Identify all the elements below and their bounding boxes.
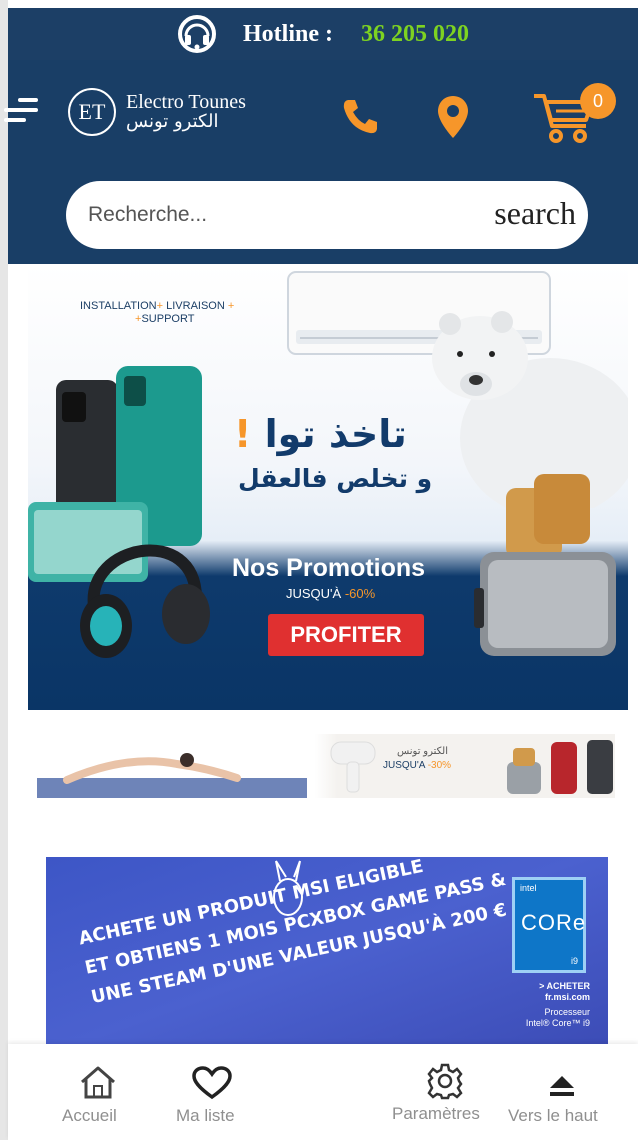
hotline-number[interactable]: 36 205 020 (361, 21, 469, 48)
headset-icon (178, 15, 216, 53)
msi-offer-text: ACHETE UN PRODUIT MSI ELIGIBLE ET OBTIEN… (76, 857, 509, 1009)
nav-label-parametres: Paramètres (392, 1104, 480, 1123)
logo-name: Electro Tounes (126, 91, 246, 113)
nav-accueil[interactable]: Accueil (60, 1044, 140, 1140)
heart-icon (192, 1066, 232, 1100)
small-banner-discount: JUSQU'A -30% (383, 760, 452, 771)
search-button[interactable]: search (494, 195, 576, 232)
processor-label: Processeur Intel® Core™ i9 (525, 1007, 590, 1028)
nav-ma-liste[interactable]: Ma liste (168, 1044, 258, 1140)
nav-parametres[interactable]: Paramètres (392, 1044, 500, 1140)
small-banner-arabic: الكترو تونس (397, 746, 448, 757)
phone-icon[interactable] (340, 96, 380, 136)
logo-initials: ET (68, 88, 116, 136)
promo-banner-small[interactable]: الكترو تونس JUSQU'A -30% (37, 734, 615, 798)
acheter-link: > ACHETER fr.msi.com (539, 981, 590, 1002)
hair-dryer-image (330, 741, 376, 793)
home-icon (81, 1066, 115, 1099)
appliances-image (507, 740, 613, 794)
nav-vers-le-haut[interactable]: Vers le haut (506, 1044, 622, 1140)
search-bar: search (66, 181, 588, 249)
nav-label-ma-liste: Ma liste (176, 1106, 235, 1125)
hotline-label: Hotline : (243, 20, 333, 47)
page-edge (0, 0, 8, 1140)
promo-banner-msi[interactable]: ACHETE UN PRODUIT MSI ELIGIBLE ET OBTIEN… (46, 857, 608, 1047)
promotions-title: Nos Promotions (232, 554, 426, 582)
headphones-image (80, 544, 210, 658)
toaster-image (474, 474, 616, 656)
nav-label-accueil: Accueil (62, 1106, 117, 1125)
site-logo[interactable]: ET Electro Tounes الكترو تونس (68, 88, 246, 136)
location-icon[interactable] (436, 94, 470, 140)
subline-arabic: و تخلص فالعقل (238, 464, 433, 493)
promotions-discount: JUSQU'À -60% (286, 586, 376, 601)
promo-banner-main[interactable]: INSTALLATION+ LIVRAISON + +SUPPORT تاخذ … (28, 264, 628, 710)
arrow-up-icon (550, 1076, 574, 1096)
services-text: INSTALLATION+ LIVRAISON + +SUPPORT (80, 300, 235, 325)
headline-arabic: تاخذ توا ! (234, 412, 407, 456)
intel-core-badge: intel CORe i9 (512, 877, 586, 973)
profiter-button[interactable]: PROFITER (268, 614, 424, 656)
search-input[interactable] (88, 203, 468, 227)
gear-icon (427, 1063, 463, 1100)
yoga-woman-image (37, 753, 307, 798)
menu-icon[interactable] (4, 96, 40, 126)
cart-count-badge: 0 (580, 83, 616, 119)
hotline-bar: Hotline : 36 205 020 (8, 8, 638, 60)
bottom-navigation: Accueil Ma liste Paramètres Vers le haut (8, 1044, 638, 1140)
nav-label-vers-le-haut: Vers le haut (508, 1106, 598, 1125)
logo-name-ar: الكترو تونس (126, 111, 219, 132)
